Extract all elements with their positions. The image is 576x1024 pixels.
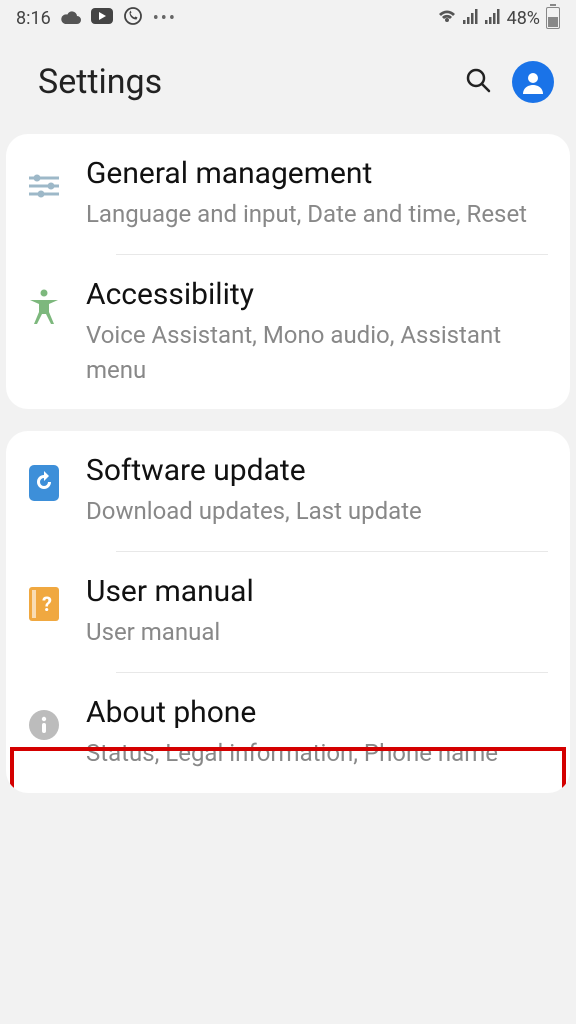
item-title: Software update	[86, 453, 548, 488]
item-subtitle: Language and input, Date and time, Reset	[86, 197, 548, 232]
settings-group-1: General management Language and input, D…	[6, 134, 570, 409]
item-general-management[interactable]: General management Language and input, D…	[6, 134, 570, 254]
whatsapp-icon	[123, 6, 143, 31]
item-title: Accessibility	[86, 277, 548, 312]
wifi-icon	[437, 8, 457, 29]
battery-icon	[546, 7, 560, 29]
battery-percent: 48%	[507, 8, 540, 29]
manual-icon: ?	[24, 584, 64, 624]
info-icon	[24, 705, 64, 745]
item-subtitle: Download updates, Last update	[86, 494, 548, 529]
item-title: General management	[86, 156, 548, 191]
item-subtitle: Voice Assistant, Mono audio, Assistant m…	[86, 318, 548, 388]
header: Settings	[0, 36, 576, 128]
item-title: User manual	[86, 574, 548, 609]
clock: 8:16	[16, 8, 51, 29]
item-accessibility[interactable]: Accessibility Voice Assistant, Mono audi…	[116, 254, 548, 410]
item-subtitle: Status, Legal information, Phone name	[86, 736, 548, 771]
item-software-update[interactable]: Software update Download updates, Last u…	[6, 431, 570, 551]
status-bar: 8:16 ••• 48%	[0, 0, 576, 36]
more-icon: •••	[153, 8, 177, 29]
search-button[interactable]	[464, 66, 492, 98]
svg-text:?: ?	[42, 592, 52, 616]
settings-group-2: Software update Download updates, Last u…	[6, 431, 570, 792]
item-about-phone[interactable]: About phone Status, Legal information, P…	[116, 672, 548, 793]
signal-icon	[463, 8, 479, 29]
item-user-manual[interactable]: ? User manual User manual	[116, 551, 548, 672]
accessibility-icon	[24, 287, 64, 327]
cloud-icon	[61, 8, 81, 29]
page-title: Settings	[38, 62, 162, 102]
signal-icon-2	[485, 8, 501, 29]
item-title: About phone	[86, 695, 548, 730]
update-icon	[24, 463, 64, 503]
youtube-icon	[91, 8, 113, 29]
profile-button[interactable]	[512, 61, 554, 103]
item-subtitle: User manual	[86, 615, 548, 650]
sliders-icon	[24, 166, 64, 206]
